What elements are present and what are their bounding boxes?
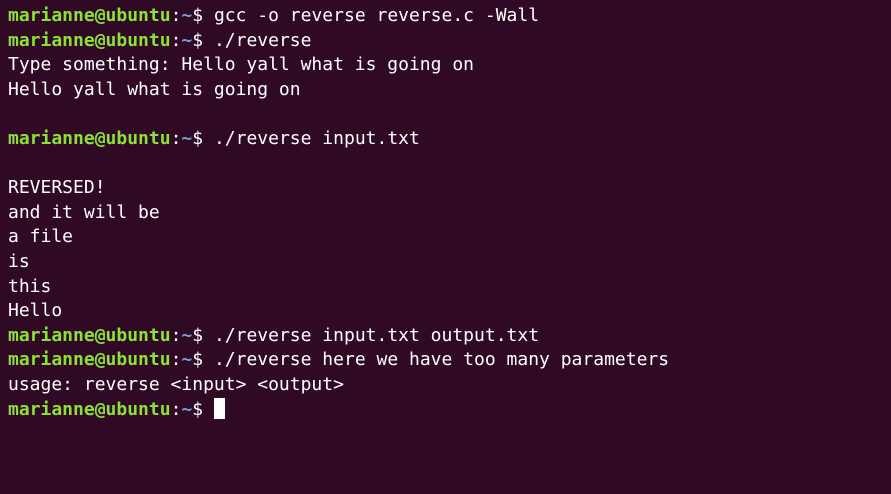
prompt-line: marianne@ubuntu:~$ gcc -o reverse revers… xyxy=(8,4,891,29)
prompt-symbol: $ xyxy=(192,398,214,420)
prompt-separator: : xyxy=(170,29,182,51)
active-prompt-line[interactable]: marianne@ubuntu:~$ xyxy=(8,397,891,423)
prompt-symbol: $ xyxy=(192,29,214,51)
terminal-window[interactable]: marianne@ubuntu:~$ gcc -o reverse revers… xyxy=(0,0,891,494)
output-line: Type something: Hello yall what is going… xyxy=(8,54,474,76)
output-line: usage: reverse <input> <output> xyxy=(8,373,344,395)
prompt-user: marianne@ubuntu xyxy=(8,324,171,346)
prompt-user: marianne@ubuntu xyxy=(8,349,171,371)
prompt-user: marianne@ubuntu xyxy=(8,5,171,26)
output-line: REVERSED! xyxy=(8,177,106,199)
prompt-path: ~ xyxy=(181,5,193,26)
output-line: Hello xyxy=(8,300,63,322)
prompt-user: marianne@ubuntu xyxy=(8,398,171,420)
output-line: and it will be xyxy=(8,201,160,223)
prompt-line: marianne@ubuntu:~$ ./reverse input.txt o… xyxy=(8,324,891,349)
prompt-separator: : xyxy=(170,349,182,371)
prompt-path: ~ xyxy=(181,398,193,420)
prompt-symbol: $ xyxy=(192,349,214,371)
prompt-separator: : xyxy=(170,324,182,346)
prompt-line: marianne@ubuntu:~$ ./reverse xyxy=(8,29,891,54)
prompt-path: ~ xyxy=(181,324,193,346)
command-text: ./reverse here we have too many paramete… xyxy=(213,349,670,371)
prompt-separator: : xyxy=(170,398,182,420)
prompt-path: ~ xyxy=(181,127,193,149)
output-line: a file xyxy=(8,226,74,248)
prompt-separator: : xyxy=(170,127,182,149)
prompt-line: marianne@ubuntu:~$ ./reverse here we hav… xyxy=(8,348,891,373)
prompt-user: marianne@ubuntu xyxy=(8,127,171,149)
prompt-symbol: $ xyxy=(192,5,214,26)
prompt-symbol: $ xyxy=(192,127,214,149)
prompt-separator: : xyxy=(170,5,182,26)
prompt-path: ~ xyxy=(181,29,193,51)
prompt-line: marianne@ubuntu:~$ ./reverse input.txt xyxy=(8,127,891,152)
output-line: Hello yall what is going on xyxy=(8,78,301,100)
prompt-symbol: $ xyxy=(192,324,214,346)
command-text: ./reverse input.txt output.txt xyxy=(213,324,540,346)
command-text: ./reverse xyxy=(213,29,312,51)
prompt-path: ~ xyxy=(181,349,193,371)
output-line: is xyxy=(8,250,30,272)
text-cursor xyxy=(213,397,225,419)
command-text: ./reverse input.txt xyxy=(213,127,420,149)
output-line: this xyxy=(8,275,52,297)
command-text: gcc -o reverse reverse.c -Wall xyxy=(213,5,540,26)
prompt-user: marianne@ubuntu xyxy=(8,29,171,51)
